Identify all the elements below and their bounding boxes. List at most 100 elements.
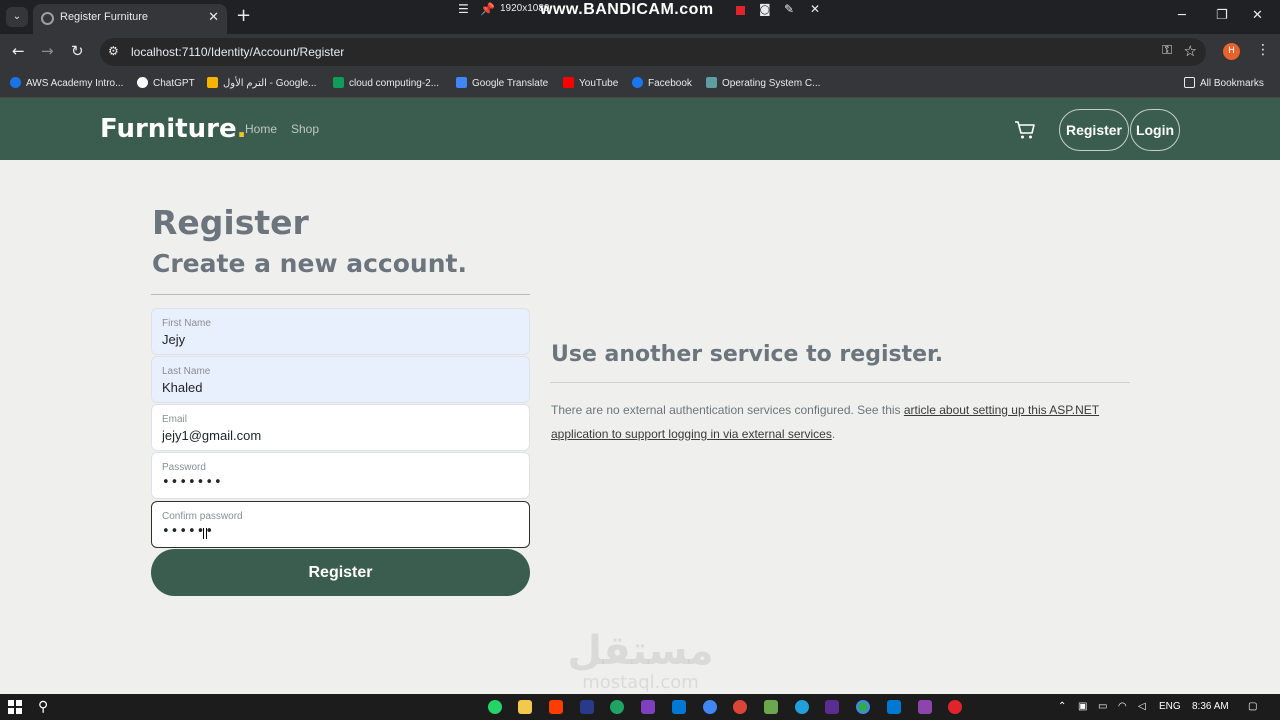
menu-icon[interactable]: ☰ xyxy=(458,2,469,16)
back-icon[interactable]: ← xyxy=(12,42,25,60)
globe-icon xyxy=(41,12,54,25)
last-name-field[interactable]: Last Name Khaled xyxy=(151,356,530,403)
window-close-button[interactable]: ✕ xyxy=(1252,8,1263,23)
last-name-label: Last Name xyxy=(162,366,211,377)
battery-icon[interactable]: ▭ xyxy=(1098,701,1107,712)
mail-icon[interactable] xyxy=(887,700,901,714)
pencil-icon[interactable]: ✎ xyxy=(784,2,794,16)
visual-studio-2-icon[interactable] xyxy=(825,700,839,714)
photoshop-icon[interactable] xyxy=(580,700,594,714)
app-icon[interactable] xyxy=(918,700,932,714)
chrome-active-icon[interactable] xyxy=(856,700,870,714)
browser-menu-icon[interactable]: ⋮ xyxy=(1256,42,1270,58)
cloud-icon xyxy=(10,77,21,88)
recorder-logo: www.BANDICAM.com xyxy=(540,1,714,18)
browser-toolbar: ← → ↻ ⚙ localhost:7110/Identity/Account/… xyxy=(0,34,1280,70)
bookmark-chatgpt[interactable]: ChatGPT xyxy=(137,77,195,89)
chrome-alt-icon[interactable] xyxy=(733,700,747,714)
first-name-field[interactable]: First Name Jejy xyxy=(151,308,530,355)
tab-title: Register Furniture xyxy=(60,11,149,23)
clock[interactable]: 8:36 AM xyxy=(1192,701,1229,712)
record-stop-icon[interactable] xyxy=(736,6,745,15)
page-title: Register xyxy=(152,203,309,242)
nav-shop[interactable]: Shop xyxy=(291,122,319,136)
telegram-icon[interactable] xyxy=(795,700,809,714)
bookmark-star-icon[interactable]: ☆ xyxy=(1184,42,1197,60)
windows-start-icon[interactable] xyxy=(8,700,22,714)
password-field[interactable]: Password ••••••• xyxy=(151,452,530,499)
nav-login-button[interactable]: Login xyxy=(1130,109,1180,151)
bookmark-youtube[interactable]: YouTube xyxy=(563,77,618,89)
forward-icon[interactable]: → xyxy=(41,42,54,60)
minimize-button[interactable]: ─ xyxy=(1178,8,1186,23)
visual-studio-icon[interactable] xyxy=(641,700,655,714)
folder-icon xyxy=(1184,77,1195,88)
all-bookmarks[interactable]: All Bookmarks xyxy=(1184,77,1264,89)
url-text[interactable]: localhost:7110/Identity/Account/Register xyxy=(131,45,344,59)
bookmarks-bar: AWS Academy Intro... ChatGPT الترم الأول… xyxy=(0,70,1280,98)
divider xyxy=(151,294,530,295)
youtube-icon xyxy=(563,77,574,88)
chatgpt-icon xyxy=(137,77,148,88)
confirm-password-label: Confirm password xyxy=(162,511,243,522)
tab-close-icon[interactable]: ✕ xyxy=(208,10,219,25)
external-services-text: There are no external authentication ser… xyxy=(551,403,1100,441)
vscode-icon[interactable] xyxy=(672,700,686,714)
last-name-value[interactable]: Khaled xyxy=(162,380,202,395)
language-indicator[interactable]: ENG xyxy=(1159,701,1181,712)
notifications-icon[interactable]: ▢ xyxy=(1248,701,1257,712)
pin-icon[interactable]: 📌 xyxy=(480,2,495,16)
cart-icon[interactable] xyxy=(1014,120,1036,140)
wifi-icon[interactable]: ◠ xyxy=(1118,701,1127,712)
tab-search-button[interactable]: ⌄ xyxy=(6,7,28,27)
nav-register-button[interactable]: Register xyxy=(1059,109,1129,151)
drive-icon xyxy=(333,77,344,88)
illustrator-icon[interactable] xyxy=(549,700,563,714)
app-grid-icon[interactable] xyxy=(764,700,778,714)
bookmark-translate[interactable]: Google Translate xyxy=(456,77,548,89)
camera-icon[interactable]: ◙ xyxy=(759,2,771,16)
page-subtitle: Create a new account. xyxy=(152,249,467,278)
file-explorer-icon[interactable] xyxy=(518,700,532,714)
volume-icon[interactable]: ◁ xyxy=(1138,701,1146,712)
facebook-icon xyxy=(632,77,643,88)
chrome-icon[interactable] xyxy=(703,700,717,714)
profile-avatar[interactable]: H xyxy=(1223,43,1240,60)
bookmark-aws[interactable]: AWS Academy Intro... xyxy=(10,77,123,89)
confirm-password-field[interactable]: Confirm password •••••• xyxy=(151,501,530,548)
taskbar: ⚲ ⌃ ▣ ▭ ◠ ◁ ENG 8:36 AM ▢ xyxy=(0,694,1280,720)
search-icon[interactable]: ⚲ xyxy=(38,698,48,715)
recorder-close-icon[interactable]: ✕ xyxy=(810,2,820,16)
reload-icon[interactable]: ↻ xyxy=(71,42,84,60)
bookmark-drive-2[interactable]: cloud computing-2... xyxy=(333,77,439,89)
tray-chevron-icon[interactable]: ⌃ xyxy=(1058,701,1066,712)
password-label: Password xyxy=(162,462,206,473)
bookmark-os[interactable]: Operating System C... xyxy=(706,77,820,89)
watermark: مستقل mostaql.com xyxy=(567,628,714,693)
edge-icon[interactable] xyxy=(610,700,624,714)
bookmark-drive-1[interactable]: الترم الأول - Google... xyxy=(207,77,316,89)
restore-button[interactable]: ❐ xyxy=(1216,8,1228,23)
email-value[interactable]: jejy1@gmail.com xyxy=(162,428,261,443)
bandicam-icon[interactable] xyxy=(948,700,962,714)
first-name-value[interactable]: Jejy xyxy=(162,332,185,347)
recorder-overlay: ☰ 📌 1920x1080 www.BANDICAM.com ◙ ✎ ✕ xyxy=(436,0,842,20)
key-icon[interactable]: ⚿ xyxy=(1162,43,1172,58)
site-logo[interactable]: Furniture. xyxy=(100,114,247,144)
register-submit-button[interactable]: Register xyxy=(151,549,530,596)
site-navbar: Furniture. Home Shop Register Login xyxy=(0,98,1280,160)
bookmark-facebook[interactable]: Facebook xyxy=(632,77,692,89)
translate-icon xyxy=(456,77,467,88)
new-tab-button[interactable]: + xyxy=(236,5,251,26)
laptop-icon xyxy=(706,77,717,88)
site-info-icon[interactable]: ⚙ xyxy=(108,44,119,58)
address-bar[interactable]: ⚙ localhost:7110/Identity/Account/Regist… xyxy=(100,38,1206,66)
email-label: Email xyxy=(162,414,188,425)
nav-home[interactable]: Home xyxy=(245,122,277,136)
password-value[interactable]: ••••••• xyxy=(162,475,223,490)
tray-icon[interactable]: ▣ xyxy=(1078,701,1087,712)
email-field[interactable]: Email jejy1@gmail.com xyxy=(151,404,530,451)
active-tab[interactable]: Register Furniture ✕ xyxy=(33,4,227,34)
whatsapp-icon[interactable] xyxy=(488,700,502,714)
external-services-title: Use another service to register. xyxy=(551,342,944,367)
